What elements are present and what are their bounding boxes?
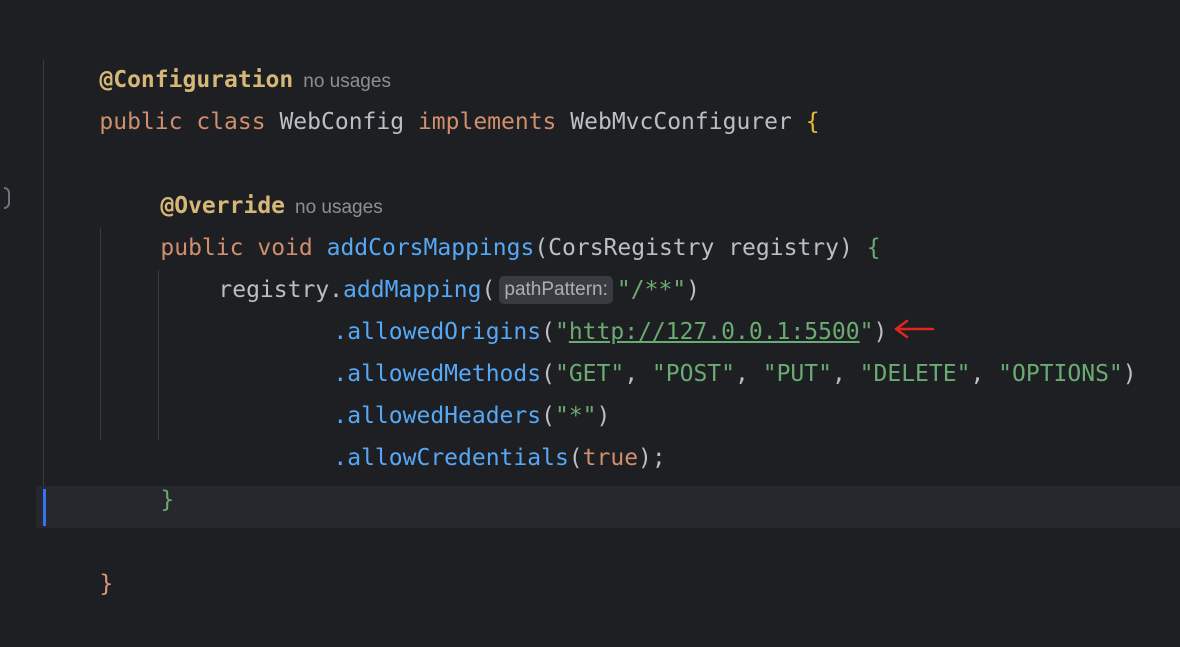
boolean-literal: true <box>582 445 639 471</box>
string-literal: "POST" <box>651 361 736 387</box>
paren: ) <box>638 445 652 471</box>
param-name: registry <box>728 235 839 261</box>
indent-guide <box>158 270 159 440</box>
semicolon: ; <box>651 445 666 471</box>
override-gutter-icon[interactable] <box>4 187 10 209</box>
code-line-2: public class WebConfig implements WebMvc… <box>44 59 819 135</box>
code-line-10: .allowCredentials(true); <box>278 395 665 471</box>
string-literal: "OPTIONS" <box>998 361 1123 387</box>
brace: } <box>160 487 175 513</box>
separator: , <box>970 361 999 387</box>
separator: , <box>735 361 763 387</box>
code-line-4: @Override no usages <box>105 143 382 219</box>
separator: , <box>624 361 652 387</box>
separator: , <box>831 361 860 387</box>
code-line-5: public void addCorsMappings(CorsRegistry… <box>105 185 880 261</box>
code-line-13: } <box>44 521 113 597</box>
keyword: public <box>99 109 183 135</box>
current-line-highlight <box>36 486 1180 528</box>
code-line-1: @Configuration no usages <box>44 17 391 93</box>
string-literal: "DELETE" <box>859 361 971 387</box>
class-name: WebConfig <box>279 109 405 135</box>
paren: ) <box>1122 361 1137 387</box>
keyword: class <box>196 109 266 135</box>
code-line-11: } <box>105 437 174 513</box>
indent-guide <box>100 228 101 440</box>
brace: { <box>805 109 820 135</box>
paren: ) <box>838 235 853 261</box>
interface-name: WebMvcConfigurer <box>570 109 792 135</box>
code-editor[interactable]: @Configuration no usages public class Web… <box>0 0 1180 597</box>
paren: ( <box>568 445 583 471</box>
code-line-9: .allowedHeaders("*") <box>278 353 610 429</box>
code-line-8: .allowedMethods("GET", "POST", "PUT", "D… <box>278 311 1136 387</box>
method-call: .allowCredentials <box>333 445 569 471</box>
keyword: implements <box>417 109 557 135</box>
brace: { <box>866 235 881 261</box>
code-line-6: registry.addMapping(pathPattern: "/**") <box>163 227 700 304</box>
brace: } <box>99 571 114 597</box>
code-line-7: .allowedOrigins("http://127.0.0.1:5500") <box>278 269 937 345</box>
string-literal: "PUT" <box>762 361 832 387</box>
